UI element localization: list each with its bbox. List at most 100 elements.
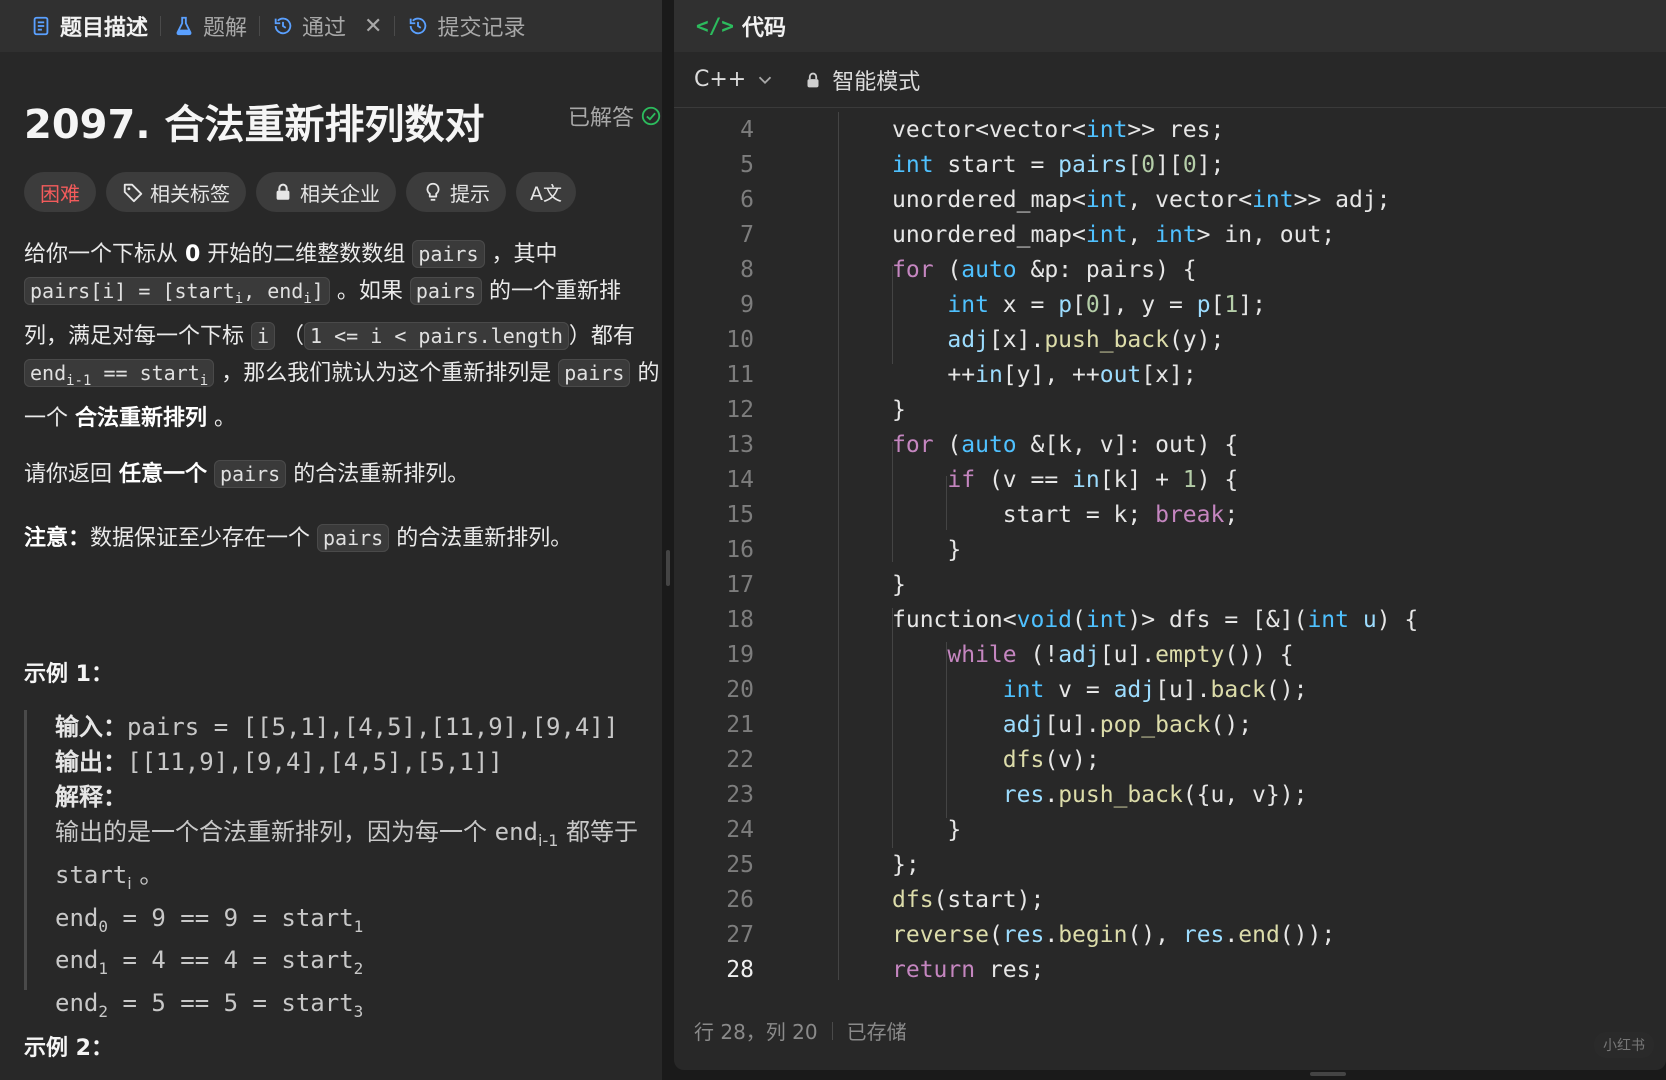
example-eq-line: end1 = 4 == 4 = start2 xyxy=(55,943,654,986)
example-explain-label: 解释： xyxy=(55,783,127,811)
line-number: 20 xyxy=(726,676,754,703)
eq-sub: 2 xyxy=(353,959,364,979)
bottom-resize-handle[interactable] xyxy=(1310,1072,1346,1076)
code-part: end xyxy=(30,361,67,385)
code-text: int x = p[0], y = p[1]; xyxy=(947,291,1266,318)
code-line: 21 adj[u].pop_back(); xyxy=(674,707,1666,742)
code-text: for (auto &[k, v]: out) { xyxy=(892,431,1239,458)
hint-label: 提示 xyxy=(450,181,490,206)
related-companies-button[interactable]: 相关企业 xyxy=(256,172,396,212)
explain-text: 输出的是一个合法重新排列，因为每一个 xyxy=(55,818,495,846)
line-number: 7 xyxy=(740,221,754,248)
chevron-down-icon xyxy=(754,69,776,91)
editor-status-bar: 行 28，列 20 已存储 xyxy=(694,1016,907,1045)
code-line: 4 vector<vector<int>> res; xyxy=(674,112,1666,147)
code-part: , end xyxy=(243,279,304,303)
eq-part: end xyxy=(55,946,99,975)
close-icon[interactable]: ✕ xyxy=(364,14,382,39)
code-line: 12} xyxy=(674,392,1666,427)
splitter-handle[interactable] xyxy=(666,550,670,586)
tab-submissions[interactable]: 提交记录 xyxy=(395,0,537,52)
eq-sub: 3 xyxy=(353,1001,364,1021)
explain-text: 都等于 xyxy=(558,818,639,846)
inline-code: pairs xyxy=(214,460,287,488)
desc-text: 的合法重新排列。 xyxy=(389,526,573,551)
code-text: } xyxy=(892,396,906,423)
code-line: 18 function<void(int)> dfs = [&](int u) { xyxy=(674,602,1666,637)
example-explain-text: 输出的是一个合法重新排列，因为每一个 endi-1 都等于 starti 。 xyxy=(55,815,655,901)
line-number: 21 xyxy=(726,711,754,738)
smart-mode-toggle[interactable]: 智能模式 xyxy=(802,64,920,96)
related-companies-label: 相关企业 xyxy=(300,181,380,206)
line-number: 18 xyxy=(726,606,754,633)
hint-button[interactable]: 提示 xyxy=(406,172,506,212)
code-line: 11 ++in[y], ++out[x]; xyxy=(674,357,1666,392)
line-number: 26 xyxy=(726,886,754,913)
inline-code: pairs xyxy=(412,240,485,268)
difficulty-badge[interactable]: 困难 xyxy=(24,172,96,212)
check-circle-icon xyxy=(640,105,662,127)
code-text: if (v == in[k] + 1) { xyxy=(947,466,1239,493)
flask-icon xyxy=(173,15,195,37)
eq-part: = 4 == 4 = start xyxy=(108,946,354,975)
eq-sub: 2 xyxy=(98,1001,108,1021)
desc-text: 给你一个下标从 xyxy=(24,242,185,267)
code-text: int start = pairs[0][0]; xyxy=(892,151,1225,178)
code-line: 6 unordered_map<int, vector<int>> adj; xyxy=(674,182,1666,217)
tab-solutions[interactable]: 题解 xyxy=(161,0,259,52)
code-line: 9 int x = p[0], y = p[1]; xyxy=(674,287,1666,322)
desc-text xyxy=(207,462,214,487)
code-text: }; xyxy=(892,851,920,878)
example-1-block: 输入：pairs = [[5,1],[4,5],[11,9],[9,4]] 输出… xyxy=(24,710,655,1021)
code-line: 26 dfs(start); xyxy=(674,882,1666,917)
code-text: vector<vector<int>> res; xyxy=(892,116,1225,143)
code-line: 22 dfs(v); xyxy=(674,742,1666,777)
code-line: 8 for (auto &p: pairs) { xyxy=(674,252,1666,287)
tab-description[interactable]: 题目描述 xyxy=(18,0,160,52)
related-tags-button[interactable]: 相关标签 xyxy=(106,172,246,212)
code-brackets-icon: </> xyxy=(696,14,734,38)
line-number: 15 xyxy=(726,501,754,528)
inline-code: endi-1 == starti xyxy=(24,359,215,389)
eq-part: end xyxy=(55,903,99,932)
eq-sub: 0 xyxy=(98,916,108,936)
code-part: == start xyxy=(91,361,200,385)
line-number: 28 xyxy=(726,956,754,983)
save-status: 已存储 xyxy=(846,1020,907,1044)
language-select[interactable]: C++ xyxy=(694,67,776,92)
code-line: 20 int v = adj[u].back(); xyxy=(674,672,1666,707)
code-text: } xyxy=(892,536,962,563)
desc-text: 。 xyxy=(207,406,237,431)
tab-accepted[interactable]: 通过 ✕ xyxy=(260,0,394,52)
problem-title: 2097. 合法重新排列数对 xyxy=(24,102,485,148)
line-number: 4 xyxy=(740,116,754,143)
translate-button[interactable]: A文 xyxy=(516,172,576,212)
code-line: 7 unordered_map<int, int> in, out; xyxy=(674,217,1666,252)
line-number: 5 xyxy=(740,151,754,178)
tab-solutions-label: 题解 xyxy=(203,16,248,41)
code-text: start = k; break; xyxy=(892,501,1239,528)
code-line: 23 res.push_back({u, v}); xyxy=(674,777,1666,812)
code-text: dfs(start); xyxy=(892,886,1045,913)
code-text: ++in[y], ++out[x]; xyxy=(892,361,1197,388)
desc-text: 的合法重新排列。 xyxy=(286,462,470,487)
problem-badges: 困难 相关标签 相关企业 提示 A文 xyxy=(24,172,576,212)
history-icon xyxy=(407,15,429,37)
inline-code: i xyxy=(251,322,276,350)
line-number: 27 xyxy=(726,921,754,948)
line-number: 17 xyxy=(726,571,754,598)
desc-text: 请你返回 xyxy=(24,462,119,487)
example-input-value: pairs = [[5,1],[4,5],[11,9],[9,4]] xyxy=(127,713,619,741)
code-line: 10 adj[x].push_back(y); xyxy=(674,322,1666,357)
code-editor[interactable]: 4 vector<vector<int>> res; 5 int start = p… xyxy=(674,112,1666,992)
panel-splitter[interactable] xyxy=(662,0,674,1080)
related-tags-label: 相关标签 xyxy=(150,181,230,206)
code-line: 17} xyxy=(674,567,1666,602)
language-label: C++ xyxy=(694,67,747,92)
history-icon xyxy=(272,15,294,37)
desc-bold: 合法重新排列 xyxy=(75,406,208,431)
code-line-current: 28 return res; xyxy=(674,952,1666,987)
code-text: return res; xyxy=(892,956,1045,983)
problem-description: 给你一个下标从 0 开始的二维整数数组 pairs ，其中 pairs[i] =… xyxy=(24,236,662,437)
example-2-title: 示例 2： xyxy=(24,1036,113,1061)
